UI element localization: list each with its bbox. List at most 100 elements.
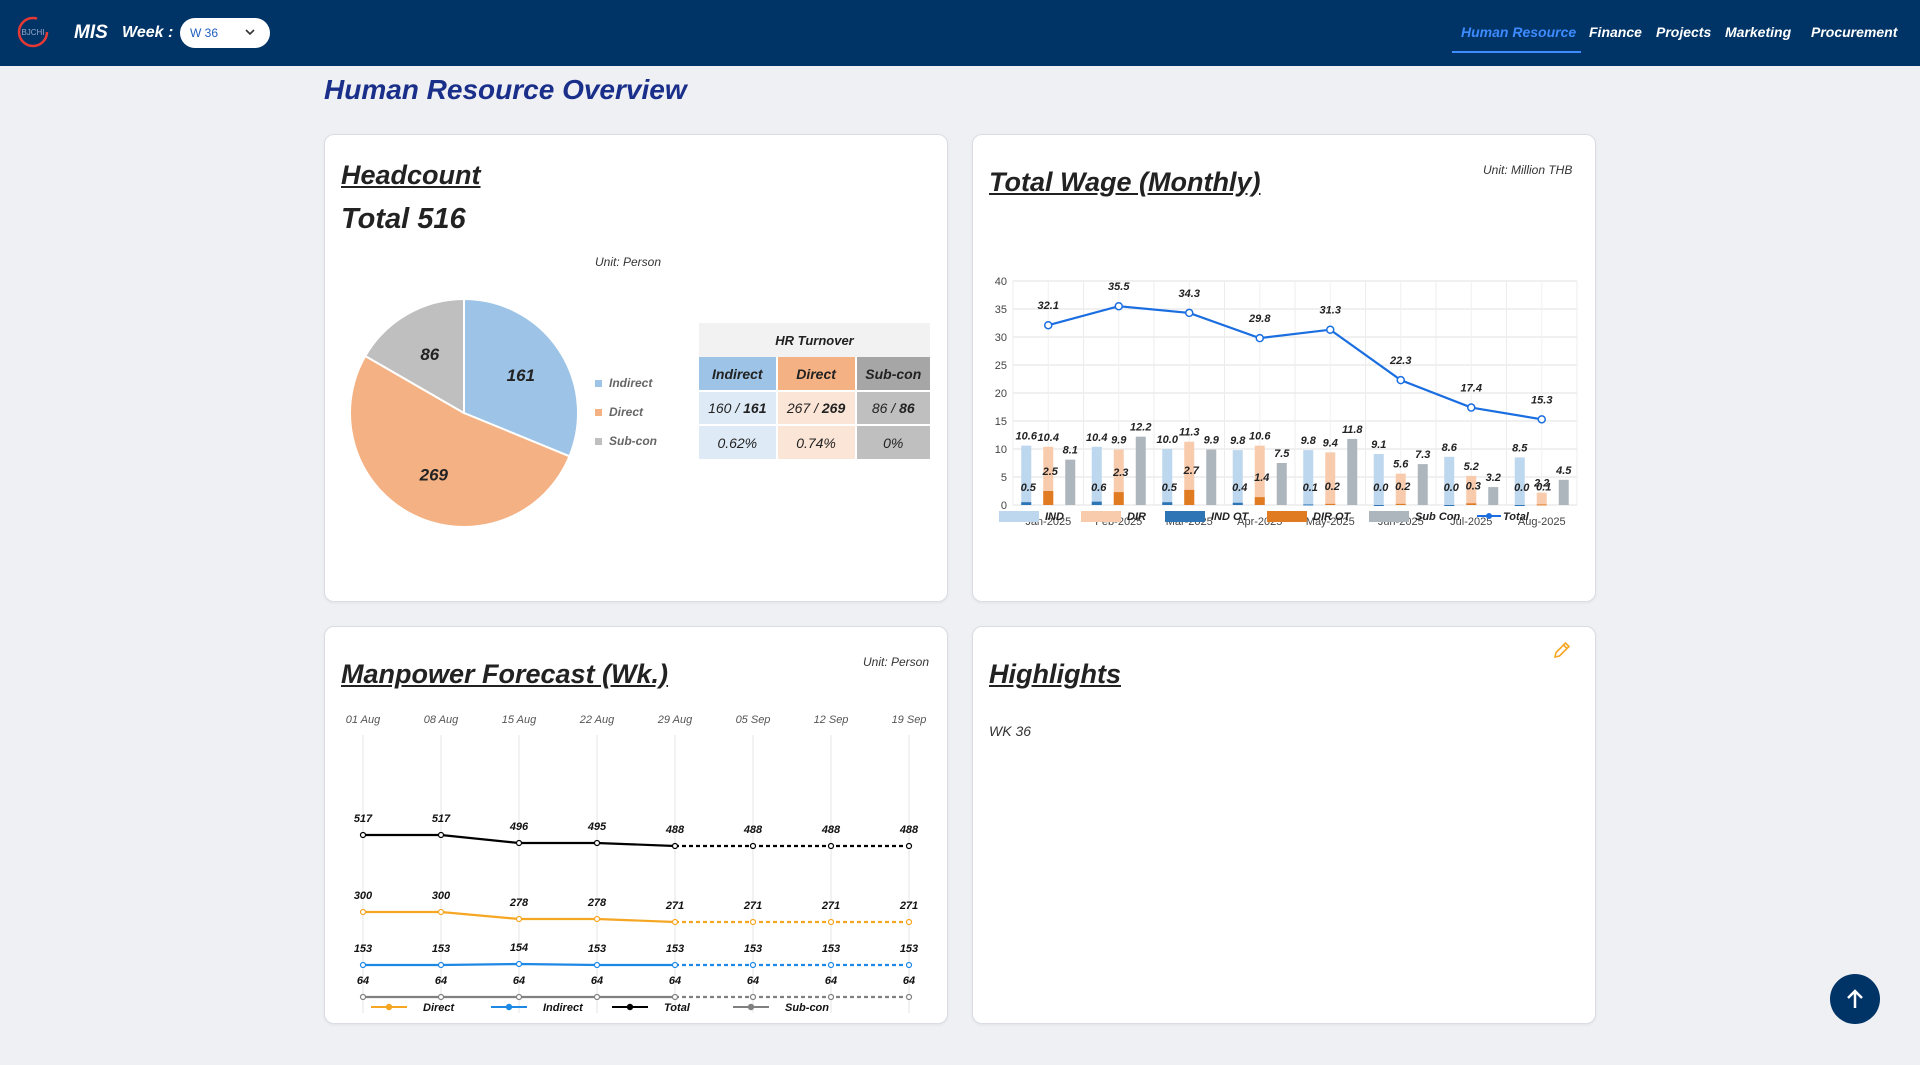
wage-legend-swatch	[1369, 511, 1409, 522]
forecast-x-tick: 12 Sep	[814, 714, 849, 726]
headcount-pie-chart: 161 269 86 Indirect Direct Sub-con	[349, 297, 657, 528]
wage-total-point	[1537, 415, 1546, 424]
wage-legend-swatch	[1081, 511, 1121, 522]
forecast-point	[515, 993, 523, 1001]
forecast-label: 153	[900, 943, 918, 955]
turnover-rate-indirect: 0.62%	[699, 424, 778, 459]
wage-bar-ind-ot	[1373, 505, 1384, 506]
forecast-label: 64	[747, 975, 759, 987]
forecast-legend-label: Sub-con	[785, 1002, 829, 1014]
wage-ot-label: 0.4	[1232, 482, 1247, 494]
nav-procurement[interactable]: Procurement	[1811, 24, 1897, 40]
wage-bar-sub-con	[1417, 464, 1428, 505]
wage-bar-sub-con	[1065, 459, 1076, 505]
manpower-forecast-chart: 01 Aug 08 Aug 15 Aug 22 Aug 29 Aug 05 Sep 12 S…	[346, 714, 927, 1014]
wage-ot-label: 0.2	[1395, 481, 1410, 493]
edit-pencil-icon[interactable]	[1551, 639, 1573, 661]
nav-projects[interactable]: Projects	[1656, 24, 1711, 40]
wage-total-point	[1044, 320, 1053, 330]
week-select[interactable]: W 36	[180, 18, 270, 48]
forecast-label: 278	[587, 897, 607, 909]
week-select-value: W 36	[190, 26, 219, 40]
forecast-label: 153	[744, 943, 762, 955]
forecast-point	[359, 831, 367, 839]
wage-ot-label: 0.1	[1303, 482, 1318, 494]
wage-total-label: 17.4	[1461, 383, 1482, 395]
wage-bar-sub-con	[1276, 463, 1287, 505]
forecast-label: 488	[899, 824, 919, 836]
wage-ot-label: 0.2	[1325, 481, 1340, 493]
forecast-point	[437, 908, 445, 916]
wage-bar-label: 10.0	[1157, 434, 1179, 446]
turnover-col-direct: Direct	[776, 357, 857, 391]
wage-total-point	[1326, 325, 1335, 334]
pie-label: 161	[507, 366, 535, 385]
forecast-x-tick: 08 Aug	[424, 714, 459, 726]
wage-bar-label: 12.2	[1130, 422, 1151, 434]
forecast-point	[593, 961, 601, 969]
forecast-label: 64	[357, 975, 369, 987]
manpower-forecast-card: Manpower Forecast (Wk.) Unit: Person 01 …	[324, 626, 948, 1024]
wage-legend-swatch	[1165, 511, 1205, 522]
wage-y-tick: 40	[995, 276, 1007, 288]
forecast-point	[749, 961, 757, 969]
wage-y-tick: 25	[995, 360, 1007, 372]
forecast-point	[359, 908, 367, 916]
highlights-card: Highlights WK 36	[972, 626, 1596, 1024]
week-label: Week :	[122, 24, 174, 41]
forecast-legend-label: Direct	[423, 1002, 456, 1014]
wage-bar-ind-ot	[1514, 505, 1525, 506]
headcount-total: Total 516	[341, 203, 466, 235]
total-wage-title: Total Wage (Monthly)	[989, 167, 1261, 197]
nav-finance[interactable]: Finance	[1589, 24, 1642, 40]
forecast-label: 64	[435, 975, 447, 987]
forecast-label: 271	[743, 900, 762, 912]
wage-bar-sub-con	[1347, 438, 1358, 505]
hr-turnover-table: HR Turnover Indirect Direct Sub-con 160 …	[699, 323, 930, 459]
nav-human-resource[interactable]: Human Resource	[1461, 24, 1576, 40]
forecast-label: 153	[822, 943, 840, 955]
forecast-x-tick: 29 Aug	[657, 714, 693, 726]
forecast-label: 153	[432, 943, 450, 955]
company-logo-icon: BJCHI	[17, 16, 49, 48]
wage-bar-ind-ot	[1162, 502, 1173, 505]
forecast-point	[437, 831, 445, 839]
scroll-to-top-button[interactable]	[1830, 974, 1880, 1024]
turnover-col-subcon: Sub-con	[855, 357, 930, 391]
wage-bar-dir-ot	[1043, 491, 1054, 505]
forecast-legend-marker	[626, 1003, 634, 1011]
forecast-label: 488	[665, 824, 685, 836]
wage-total-point	[1467, 403, 1476, 412]
wage-bar-label: 10.4	[1038, 432, 1059, 444]
forecast-point	[671, 961, 679, 969]
wage-y-tick: 10	[995, 444, 1007, 456]
pie-legend-swatch	[595, 438, 602, 445]
forecast-point	[827, 961, 835, 969]
forecast-point	[749, 993, 757, 1001]
wage-bar-dir-ot	[1254, 497, 1265, 505]
wage-ot-label: 0.0	[1514, 482, 1530, 494]
wage-total-label: 22.3	[1389, 355, 1411, 367]
wage-legend-marker	[1486, 513, 1492, 519]
forecast-label: 496	[509, 821, 529, 833]
wage-bar-label: 9.9	[1204, 435, 1220, 447]
wage-bar-sub-con	[1135, 436, 1146, 505]
wage-total-label: 15.3	[1531, 394, 1552, 406]
forecast-label: 300	[354, 890, 373, 902]
wage-total-point	[1396, 375, 1405, 385]
forecast-point	[593, 993, 601, 1001]
forecast-point	[905, 993, 913, 1001]
manpower-forecast-title: Manpower Forecast (Wk.)	[341, 659, 669, 689]
nav-marketing[interactable]: Marketing	[1725, 24, 1791, 40]
wage-bar-ind	[1444, 456, 1455, 505]
wage-ot-label: 0.3	[1466, 480, 1481, 492]
headcount-title: Headcount	[341, 160, 481, 190]
wage-total-label: 34.3	[1179, 288, 1200, 300]
headcount-card: Headcount Total 516 Unit: Person 161 269 8…	[324, 134, 948, 602]
wage-bar-dir-ot	[1325, 503, 1336, 505]
wage-bar-ind-ot	[1444, 505, 1455, 506]
wage-bar-sub-con	[1558, 479, 1569, 505]
wage-ot-label: 0.5	[1162, 482, 1178, 494]
wage-y-tick: 35	[995, 304, 1007, 316]
wage-bar-dir-ot	[1395, 503, 1406, 505]
